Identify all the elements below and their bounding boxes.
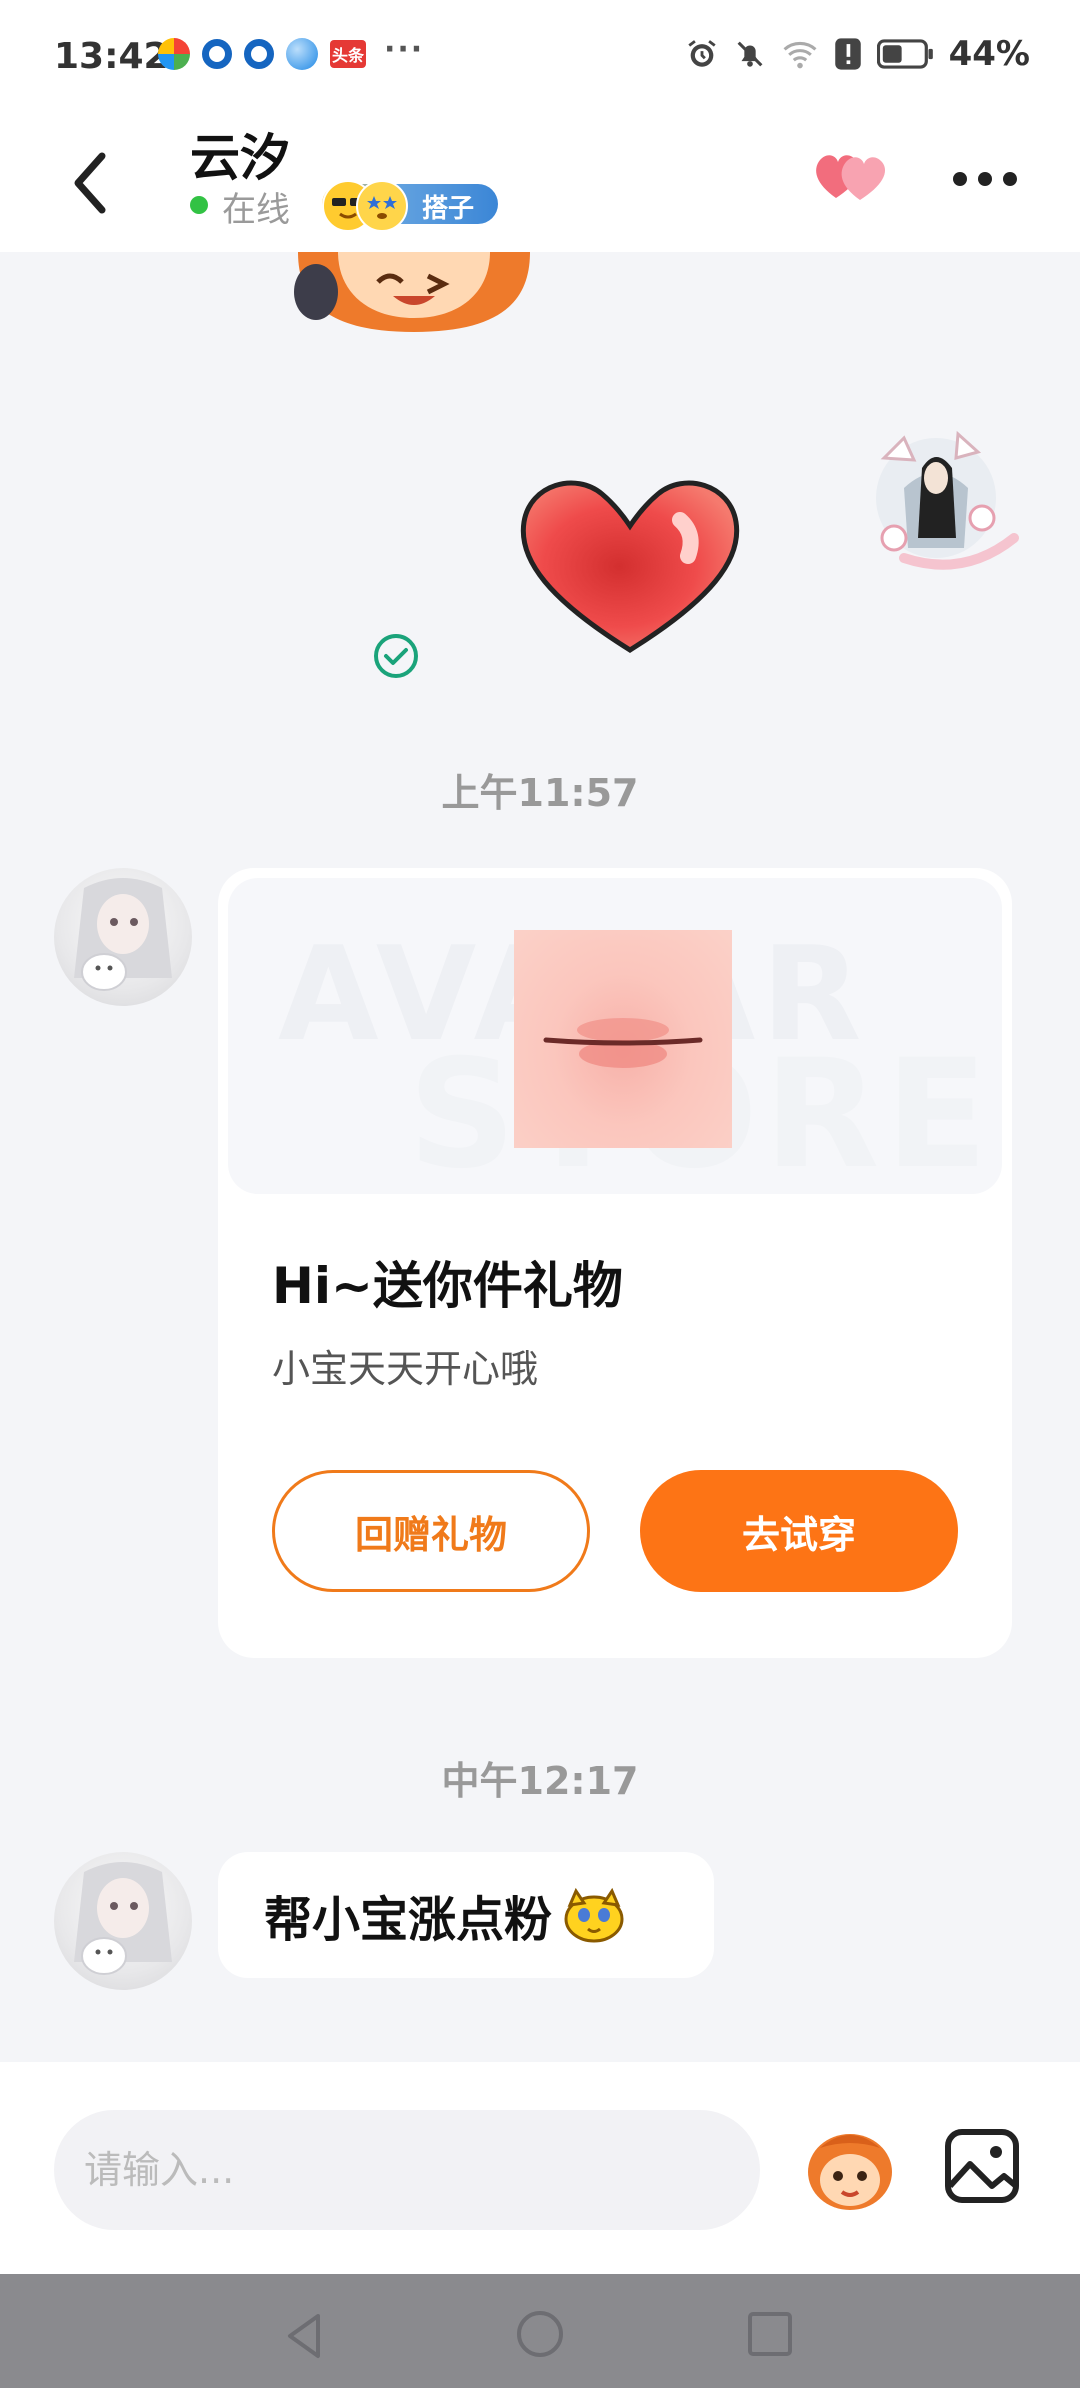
- message-input[interactable]: [54, 2110, 760, 2230]
- app-blue-circle-icon: [202, 39, 232, 69]
- system-icons: 44%: [685, 34, 1030, 74]
- lip-gift-image[interactable]: [514, 930, 732, 1148]
- system-nav-bar: [0, 2274, 1080, 2388]
- chat-header: 云汐 在线 搭子: [0, 118, 1080, 252]
- contact-name[interactable]: 云汐: [190, 118, 290, 190]
- contact-avatar[interactable]: [54, 1852, 192, 1990]
- message-timestamp: 中午12:17: [441, 1759, 639, 1803]
- message-input-bar: [0, 2062, 1080, 2274]
- gift-card[interactable]: AVATAR STORE Hi~送你件礼物 小宝天天开心哦 回赠礼物 去试穿: [218, 868, 1012, 1658]
- badge-label: 搭子: [422, 194, 475, 224]
- app-blue-circle-icon: [244, 39, 274, 69]
- sent-check-icon: [374, 634, 418, 678]
- yellow-mascot-emoji-icon: [564, 1887, 624, 1943]
- monkey-sticker[interactable]: [288, 252, 540, 332]
- alert-icon: [834, 38, 861, 70]
- more-notifications-icon: ···: [384, 31, 425, 67]
- nav-home-icon[interactable]: [514, 2308, 566, 2360]
- try-on-button[interactable]: 去试穿: [640, 1470, 958, 1592]
- anime-girl-avatar-icon: [74, 878, 172, 991]
- gift-subtitle: 小宝天天开心哦: [272, 1347, 539, 1391]
- nav-recents-icon[interactable]: [746, 2310, 794, 2358]
- back-icon[interactable]: [58, 138, 128, 228]
- monkey-emoji-panel-icon[interactable]: [800, 2118, 900, 2218]
- toutiao-icon: 头条: [330, 40, 366, 68]
- notification-icons: 头条 ···: [158, 32, 424, 70]
- battery-percent: 44%: [948, 34, 1030, 74]
- anime-girl-avatar-icon: [74, 1862, 172, 1975]
- status-bar: 13:42 头条 ··· 44%: [0, 0, 1080, 118]
- nav-back-icon[interactable]: [280, 2310, 332, 2362]
- star-eyes-emoji-icon: [356, 180, 408, 232]
- hearts-icon[interactable]: [810, 138, 890, 208]
- gift-banner: AVATAR STORE: [228, 878, 1002, 1194]
- image-picker-icon[interactable]: [942, 2126, 1022, 2206]
- chat-message-list[interactable]: 上午11:57 AVATAR STORE Hi~送你件礼物 小宝天天开心哦: [0, 252, 1080, 2062]
- mute-icon: [737, 41, 763, 67]
- online-status-text: 在线: [222, 190, 290, 230]
- lips-icon: [543, 1018, 703, 1068]
- status-time: 13:42: [54, 36, 169, 77]
- heart-sticker[interactable]: [510, 450, 750, 690]
- wifi-icon: [783, 41, 817, 69]
- online-status-dot: [190, 196, 208, 214]
- battery-icon: [876, 39, 933, 69]
- contact-avatar[interactable]: [54, 868, 192, 1006]
- message-text: 帮小宝涨点粉: [264, 1892, 553, 1948]
- text-message-bubble[interactable]: 帮小宝涨点粉: [218, 1852, 714, 1978]
- gift-title: Hi~送你件礼物: [272, 1257, 623, 1315]
- app-blue-ball-icon: [286, 38, 318, 70]
- relationship-badge[interactable]: 搭子: [322, 180, 498, 232]
- return-gift-button[interactable]: 回赠礼物: [272, 1470, 590, 1592]
- app-multicolor-icon: [158, 38, 190, 70]
- message-timestamp: 上午11:57: [441, 771, 639, 815]
- more-options-icon[interactable]: [950, 166, 1020, 192]
- alarm-icon: [688, 40, 716, 67]
- my-avatar[interactable]: [864, 418, 1024, 578]
